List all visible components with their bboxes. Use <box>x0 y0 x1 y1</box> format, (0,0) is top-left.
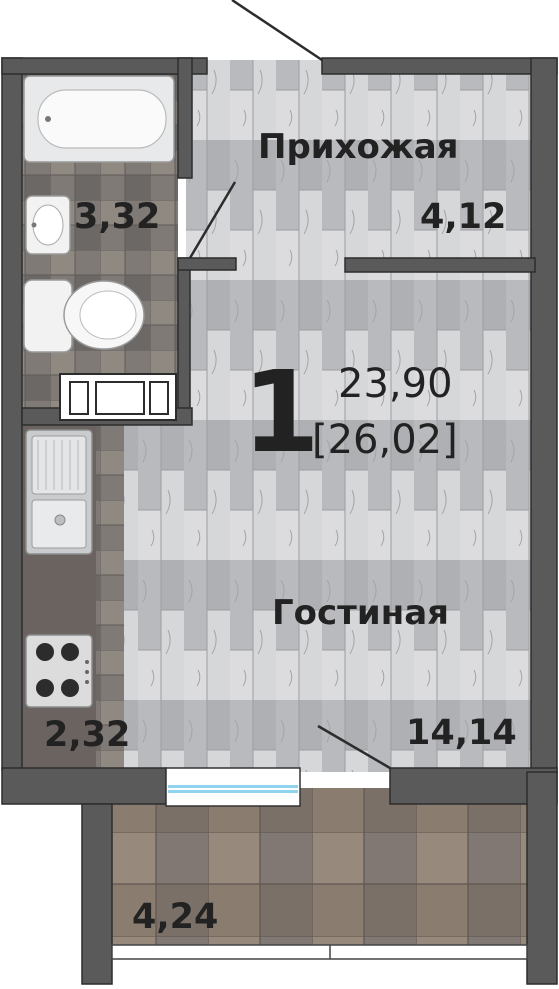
hallway-area: 4,12 <box>420 197 507 237</box>
toilet-icon <box>23 279 145 353</box>
kitchen-sink-icon <box>25 429 93 555</box>
balcony-railing <box>111 944 528 960</box>
balcony-area: 4,24 <box>132 897 219 937</box>
kitchen-area: 2,32 <box>44 715 131 755</box>
balcony-window <box>165 767 301 807</box>
sink-icon <box>25 195 71 255</box>
wardrobe-icon <box>59 373 177 421</box>
hallway-label: Прихожая <box>258 127 459 167</box>
kitchen-area-floor <box>124 425 186 772</box>
total-area: [26,02] <box>312 417 458 463</box>
bathroom-area: 3,32 <box>74 197 161 237</box>
rooms-count: 1 <box>242 348 320 478</box>
living-area: 23,90 <box>338 361 453 407</box>
stove-icon <box>25 634 93 708</box>
living-room-area: 14,14 <box>406 713 517 753</box>
bathtub-icon <box>23 75 175 163</box>
living-room-label: Гостиная <box>272 593 449 633</box>
